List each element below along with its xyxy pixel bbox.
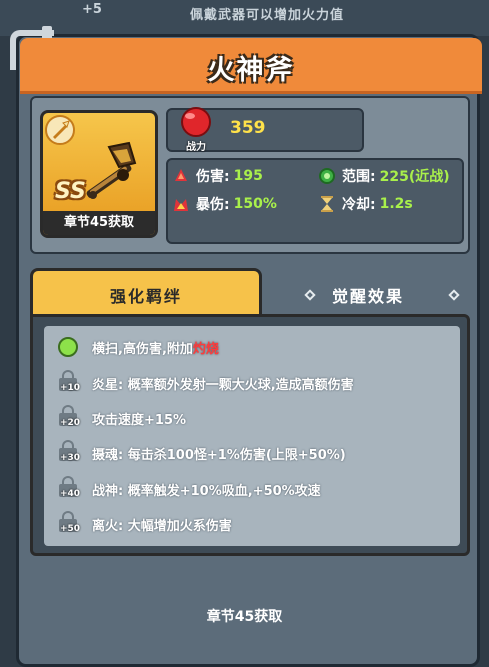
damage-icon <box>172 167 190 185</box>
lock-icon: +50 <box>58 511 80 534</box>
stat-range-label: 范围: <box>342 169 376 185</box>
stat-crit-label: 暴伤: <box>196 197 230 213</box>
stat-range: 范围: 225(近战) <box>318 166 450 186</box>
lock-level: +30 <box>59 453 81 463</box>
skill-row: +40 战神: 概率触发+10%吸血,+50%攻速 <box>56 476 321 502</box>
burn-keyword: 灼烧 <box>192 341 219 357</box>
lock-level: +40 <box>59 489 81 499</box>
tab-enhance-bond[interactable]: 强化羁绊 <box>30 268 262 318</box>
stat-damage: 伤害: 195 <box>172 166 263 186</box>
range-icon <box>318 167 336 185</box>
stat-damage-label: 伤害: <box>196 169 230 185</box>
skill-text: 炎星: 概率额外发射一颗大火球,造成高额伤害 <box>92 377 354 393</box>
hourglass-icon <box>318 195 336 213</box>
lock-icon: +20 <box>58 405 80 428</box>
power-value: 359 <box>230 118 266 138</box>
stat-crit-value: 150% <box>233 196 277 212</box>
skill-text: 横扫,高伤害,附加灼烧 <box>92 341 219 357</box>
background-plus-text: +5 <box>82 2 102 17</box>
power-label: 战力 <box>186 142 206 153</box>
weapon-source-label: 章节45获取 <box>43 211 155 235</box>
stat-cooldown: 冷却: 1.2s <box>318 194 413 214</box>
lock-level: +10 <box>59 383 81 393</box>
skill-row: +10 炎星: 概率额外发射一颗大火球,造成高额伤害 <box>56 370 354 396</box>
skill-text: 摄魂: 每击杀100怪+1%伤害(上限+50%) <box>92 447 346 463</box>
tab-awaken-effect-label: 觉醒效果 <box>331 287 404 306</box>
tab-enhance-bond-label: 强化羁绊 <box>109 287 182 306</box>
weapon-title: 火神斧 <box>207 55 295 86</box>
weapon-grade-badge: SS <box>55 179 86 204</box>
crit-icon <box>172 195 190 213</box>
lock-icon: +40 <box>58 476 80 499</box>
lock-level: +50 <box>59 524 81 534</box>
lock-icon: +10 <box>58 370 80 393</box>
stat-cooldown-value: 1.2s <box>379 196 413 212</box>
weapon-card[interactable]: SS 章节45获取 <box>40 110 158 238</box>
stat-cooldown-label: 冷却: <box>342 197 376 213</box>
skill-row: 横扫,高伤害,附加灼烧 <box>56 334 219 360</box>
skill-text: 离火: 大幅增加火系伤害 <box>92 518 232 534</box>
footer-source-label: 章节45获取 <box>206 609 283 625</box>
stat-damage-value: 195 <box>233 168 263 184</box>
skill-text: 战神: 概率触发+10%吸血,+50%攻速 <box>92 483 321 499</box>
skill-row: +50 离火: 大幅增加火系伤害 <box>56 511 232 537</box>
lock-icon: +30 <box>58 440 80 463</box>
background-header: +5 佩戴武器可以增加火力值 <box>0 0 489 36</box>
skill-row: +20 攻击速度+15% <box>56 405 186 431</box>
stat-range-value: 225(近战) <box>379 169 450 185</box>
title-bar: 火神斧 <box>20 38 482 94</box>
lock-level: +20 <box>59 418 81 428</box>
tab-awaken-effect[interactable]: 觉醒效果 <box>266 272 470 316</box>
stat-crit: 暴伤: 150% <box>172 194 277 214</box>
background-hint-text: 佩戴武器可以增加火力值 <box>190 8 345 23</box>
skill-text: 攻击速度+15% <box>92 412 187 428</box>
unlocked-dot-icon <box>58 337 78 357</box>
skill-row: +30 摄魂: 每击杀100怪+1%伤害(上限+50%) <box>56 440 346 466</box>
